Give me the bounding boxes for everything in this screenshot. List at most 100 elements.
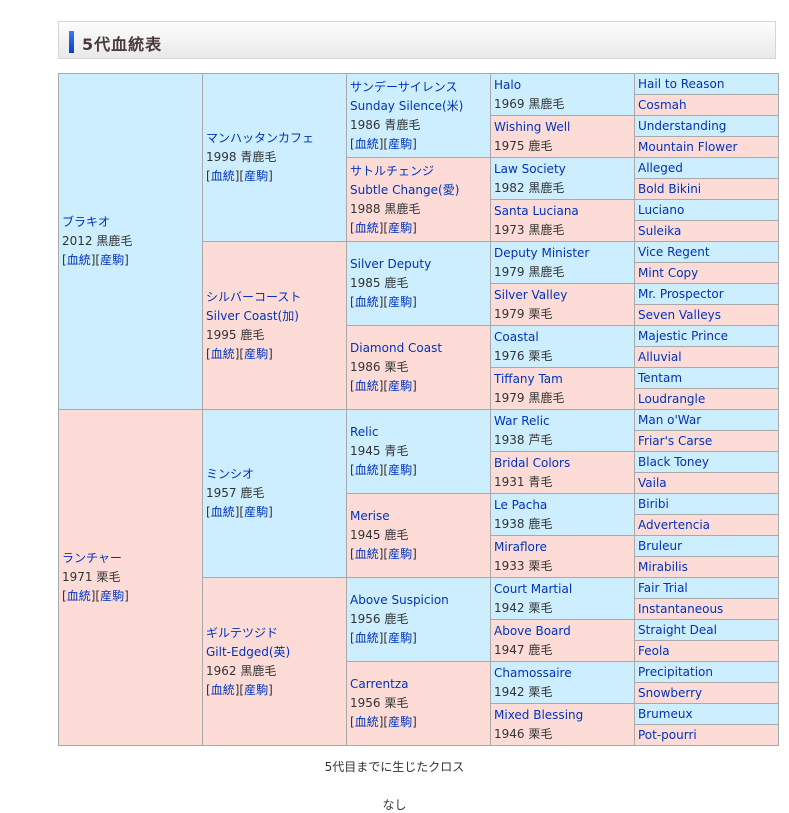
horse-name-link[interactable]: Luciano xyxy=(638,203,684,217)
horse-name-link[interactable]: Loudrangle xyxy=(638,392,705,406)
offspring-link[interactable]: 産駒 xyxy=(244,505,268,519)
offspring-link[interactable]: 産駒 xyxy=(100,253,124,267)
offspring-link[interactable]: 産駒 xyxy=(388,137,412,151)
offspring-link[interactable]: 産駒 xyxy=(388,221,412,235)
horse-name-link[interactable]: Hail to Reason xyxy=(638,77,724,91)
horse-name-link[interactable]: Seven Valleys xyxy=(638,308,721,322)
horse-name-link[interactable]: Pot-pourri xyxy=(638,728,697,742)
horse-name-link[interactable]: Bruleur xyxy=(638,539,682,553)
horse-name-link[interactable]: Precipitation xyxy=(638,665,713,679)
horse-name-link[interactable]: Diamond Coast xyxy=(350,341,442,355)
horse-name-link[interactable]: Law Society xyxy=(494,162,566,176)
pedigree-link[interactable]: 血統 xyxy=(211,683,235,697)
horse-name-link[interactable]: Vice Regent xyxy=(638,245,710,259)
horse-name-link[interactable]: Halo xyxy=(494,78,521,92)
horse-name-link[interactable]: Understanding xyxy=(638,119,726,133)
horse-name-link[interactable]: Suleika xyxy=(638,224,681,238)
horse-name-alt-link[interactable]: Silver Coast(加) xyxy=(206,309,299,323)
offspring-link[interactable]: 産駒 xyxy=(244,683,268,697)
birth-year-color: 1938 芦毛 xyxy=(494,432,553,447)
horse-name-link[interactable]: ランチャー xyxy=(62,551,122,565)
horse-name-link[interactable]: Deputy Minister xyxy=(494,246,589,260)
horse-name-link[interactable]: サトルチェンジ xyxy=(350,164,434,178)
horse-name-link[interactable]: Man o'War xyxy=(638,413,701,427)
horse-name-link[interactable]: Silver Valley xyxy=(494,288,567,302)
ancestor-cell-gen4: Court Martial 1942 栗毛 xyxy=(490,577,635,620)
offspring-link[interactable]: 産駒 xyxy=(388,715,412,729)
pedigree-link[interactable]: 血統 xyxy=(67,589,91,603)
offspring-link[interactable]: 産駒 xyxy=(388,463,412,477)
horse-name-link[interactable]: Mr. Prospector xyxy=(638,287,724,301)
horse-name-link[interactable]: Mint Copy xyxy=(638,266,698,280)
ancestor-cell-gen3: Diamond Coast 1986 栗毛 [血統][産駒] xyxy=(346,325,491,410)
horse-name-link[interactable]: Black Toney xyxy=(638,455,709,469)
horse-name-link[interactable]: サンデーサイレンス xyxy=(350,80,458,94)
horse-name-link[interactable]: Miraflore xyxy=(494,540,547,554)
horse-name-link[interactable]: Biribi xyxy=(638,497,669,511)
horse-name-link[interactable]: Alleged xyxy=(638,161,683,175)
horse-name-link[interactable]: Bridal Colors xyxy=(494,456,570,470)
pedigree-link[interactable]: 血統 xyxy=(355,547,379,561)
horse-name-link[interactable]: Coastal xyxy=(494,330,539,344)
offspring-link[interactable]: 産駒 xyxy=(388,547,412,561)
horse-name-link[interactable]: Merise xyxy=(350,509,390,523)
horse-name-link[interactable]: Majestic Prince xyxy=(638,329,728,343)
ancestor-cell-gen3: Merise 1945 鹿毛 [血統][産駒] xyxy=(346,493,491,578)
horse-name-link[interactable]: Silver Deputy xyxy=(350,257,431,271)
horse-name-link[interactable]: Court Martial xyxy=(494,582,572,596)
horse-name-link[interactable]: Snowberry xyxy=(638,686,702,700)
horse-name-link[interactable]: Straight Deal xyxy=(638,623,717,637)
offspring-link[interactable]: 産駒 xyxy=(244,347,268,361)
horse-name-link[interactable]: Chamossaire xyxy=(494,666,572,680)
ancestor-cell-gen5: Hail to Reason xyxy=(634,73,779,95)
offspring-link[interactable]: 産駒 xyxy=(388,379,412,393)
horse-name-link[interactable]: Cosmah xyxy=(638,98,687,112)
horse-name-link[interactable]: Fair Trial xyxy=(638,581,688,595)
horse-name-link[interactable]: Instantaneous xyxy=(638,602,723,616)
pedigree-link[interactable]: 血統 xyxy=(355,463,379,477)
pedigree-link[interactable]: 血統 xyxy=(355,221,379,235)
pedigree-link[interactable]: 血統 xyxy=(211,505,235,519)
horse-name-link[interactable]: Wishing Well xyxy=(494,120,570,134)
offspring-link[interactable]: 産駒 xyxy=(100,589,124,603)
pedigree-link[interactable]: 血統 xyxy=(355,715,379,729)
pedigree-link[interactable]: 血統 xyxy=(67,253,91,267)
horse-name-link[interactable]: ギルテツジド xyxy=(206,626,278,640)
horse-name-link[interactable]: Advertencia xyxy=(638,518,710,532)
pedigree-link[interactable]: 血統 xyxy=(355,631,379,645)
pedigree-link[interactable]: 血統 xyxy=(355,295,379,309)
horse-name-link[interactable]: Tiffany Tam xyxy=(494,372,563,386)
horse-name-link[interactable]: ブラキオ xyxy=(62,215,110,229)
pedigree-link[interactable]: 血統 xyxy=(211,169,235,183)
horse-name-link[interactable]: Santa Luciana xyxy=(494,204,579,218)
horse-name-link[interactable]: Alluvial xyxy=(638,350,682,364)
horse-name-link[interactable]: Friar's Carse xyxy=(638,434,712,448)
horse-name-link[interactable]: Mountain Flower xyxy=(638,140,737,154)
horse-name-link[interactable]: ミンシオ xyxy=(206,467,254,481)
offspring-link[interactable]: 産駒 xyxy=(388,295,412,309)
horse-name-link[interactable]: Feola xyxy=(638,644,670,658)
pedigree-link[interactable]: 血統 xyxy=(355,137,379,151)
horse-name-alt-link[interactable]: Gilt-Edged(英) xyxy=(206,645,290,659)
horse-name-link[interactable]: War Relic xyxy=(494,414,550,428)
horse-name-link[interactable]: Brumeux xyxy=(638,707,693,721)
pedigree-link[interactable]: 血統 xyxy=(355,379,379,393)
horse-name-link[interactable]: Above Board xyxy=(494,624,571,638)
horse-name-link[interactable]: Relic xyxy=(350,425,378,439)
horse-name-link[interactable]: Mirabilis xyxy=(638,560,688,574)
offspring-link[interactable]: 産駒 xyxy=(244,169,268,183)
horse-name-link[interactable]: Tentam xyxy=(638,371,682,385)
horse-name-link[interactable]: Le Pacha xyxy=(494,498,547,512)
pedigree-link[interactable]: 血統 xyxy=(211,347,235,361)
horse-name-alt-link[interactable]: Subtle Change(愛) xyxy=(350,183,459,197)
horse-name-link[interactable]: シルバーコースト xyxy=(206,290,301,304)
horse-name-link[interactable]: Mixed Blessing xyxy=(494,708,583,722)
horse-name-link[interactable]: Above Suspicion xyxy=(350,593,449,607)
horse-name-link[interactable]: Carrentza xyxy=(350,677,408,691)
ancestor-cell-gen5: Alleged xyxy=(634,157,779,179)
offspring-link[interactable]: 産駒 xyxy=(388,631,412,645)
horse-name-alt-link[interactable]: Sunday Silence(米) xyxy=(350,99,463,113)
horse-name-link[interactable]: Bold Bikini xyxy=(638,182,701,196)
horse-name-link[interactable]: Vaila xyxy=(638,476,667,490)
horse-name-link[interactable]: マンハッタンカフェ xyxy=(206,131,314,145)
